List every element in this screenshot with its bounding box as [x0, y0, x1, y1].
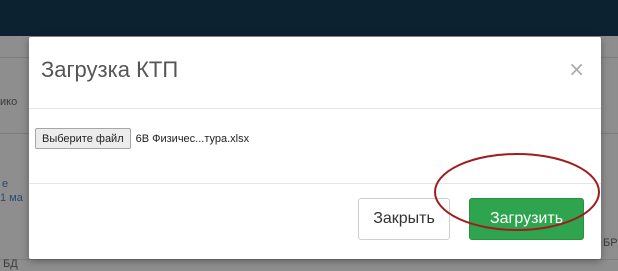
- background-link: 1 ма: [0, 192, 23, 204]
- dialog-footer: Закрыть Загрузить: [29, 183, 601, 260]
- choose-file-button[interactable]: Выберите файл: [35, 128, 131, 149]
- background-text: БД: [3, 258, 18, 270]
- upload-button[interactable]: Загрузить: [469, 198, 584, 240]
- background-text: ико: [0, 96, 18, 108]
- background-text: БР: [603, 237, 618, 249]
- top-navbar: [0, 0, 618, 36]
- dialog-title: Загрузка КТП: [41, 57, 179, 82]
- upload-ktp-dialog: Загрузка КТП × Выберите файл 6В Физичес.…: [29, 37, 601, 259]
- selected-file-name: 6В Физичес...тура.xlsx: [135, 132, 250, 145]
- file-picker: Выберите файл 6В Физичес...тура.xlsx: [35, 128, 249, 149]
- close-icon[interactable]: ×: [568, 59, 585, 79]
- dialog-header: Загрузка КТП ×: [29, 37, 601, 109]
- background-link: e: [2, 178, 9, 190]
- close-button[interactable]: Закрыть: [358, 198, 450, 240]
